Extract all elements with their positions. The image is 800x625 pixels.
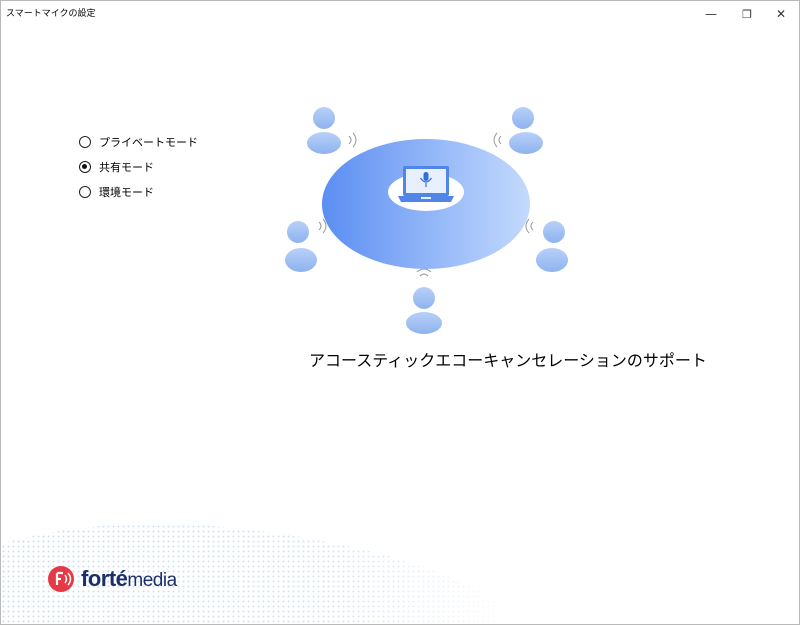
minimize-button[interactable]: — [693,1,729,27]
window-title: スマートマイクの設定 [6,9,96,19]
forte-media-logo: fortémedia [47,564,177,594]
close-button[interactable]: ✕ [763,1,799,27]
title-bar: スマートマイクの設定 — ❐ ✕ [1,1,799,27]
signal-icon [525,218,534,234]
close-icon: ✕ [775,7,787,21]
radio-environment-mode[interactable]: 環境モード [79,179,198,204]
radio-button-icon[interactable] [79,135,91,148]
person-icon-bottom [406,287,442,334]
person-icon-right [536,221,568,272]
radio-button-selected-icon[interactable] [79,160,91,173]
signal-icon [318,218,327,234]
radio-label: プライベートモード [99,135,198,149]
signal-icon [493,132,502,148]
person-icon-top-right [509,107,543,154]
conference-illustration [285,107,568,334]
signal-icon [348,132,357,148]
mode-radio-group: プライベートモード 共有モード 環境モード [79,129,198,204]
radio-button-icon[interactable] [79,185,91,198]
brand-name: fortémedia [81,566,177,592]
brand-name-bold: forté [81,566,128,591]
person-icon-left [285,221,317,272]
signal-icon [416,268,432,277]
maximize-button[interactable]: ❐ [729,1,765,27]
app-window: スマートマイクの設定 — ❐ ✕ プライベートモード 共有モード 環境モード ア… [0,0,800,625]
forte-media-logo-icon [48,566,74,592]
radio-shared-mode[interactable]: 共有モード [79,154,198,179]
person-icon-top-left [307,107,341,154]
feature-caption: アコースティックエコーキャンセレーションのサポート [309,351,707,370]
radio-label: 環境モード [99,185,154,199]
radio-label: 共有モード [99,160,154,174]
brand-name-light: media [127,570,177,591]
maximize-icon: ❐ [742,7,752,21]
minimize-icon: — [705,7,717,21]
radio-private-mode[interactable]: プライベートモード [79,129,198,154]
